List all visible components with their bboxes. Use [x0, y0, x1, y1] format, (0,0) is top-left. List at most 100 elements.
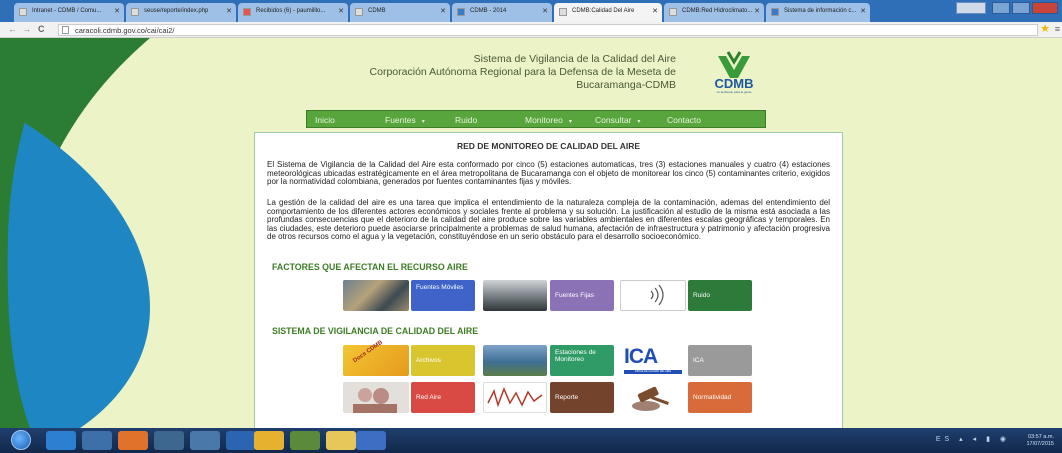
language-indicator[interactable]: ES: [936, 436, 953, 443]
ruido-button[interactable]: Ruido: [688, 280, 752, 311]
nav-inicio[interactable]: Inicio: [315, 115, 335, 125]
word-icon[interactable]: [356, 431, 386, 450]
logo-tagline: un ambiente para la gente: [717, 90, 752, 94]
close-icon[interactable]: ✕: [860, 7, 866, 15]
back-button[interactable]: ←: [8, 24, 17, 34]
gavel-photo[interactable]: [620, 382, 686, 413]
tile-label: Reporte: [555, 394, 579, 401]
fuentes-fijas-button[interactable]: Fuentes Fijas: [550, 280, 614, 311]
page-icon: [131, 8, 139, 16]
start-button[interactable]: [11, 430, 31, 450]
tab-label: Recibidos (6) - paumilllo...: [256, 8, 326, 14]
people-graphic: [353, 388, 397, 413]
normatividad-button[interactable]: Normatividad: [688, 382, 752, 413]
section-heading-system: SISTEMA DE VIGILANCIA DE CALIDAD DEL AIR…: [272, 326, 479, 336]
nav-contacto[interactable]: Contacto: [667, 115, 701, 125]
tile-label: Estaciones de Monitoreo: [555, 349, 596, 363]
main-nav: Inicio Fuentes ▾ Ruido Monitoreo ▾ Consult…: [306, 110, 766, 128]
chrome-icon[interactable]: [254, 431, 284, 450]
browser-tab[interactable]: CDMB:Red Hidroclimato... ✕: [664, 3, 764, 22]
traffic-photo[interactable]: [343, 280, 409, 311]
page-icon: [559, 8, 567, 16]
app-icon[interactable]: [290, 431, 320, 450]
ica-logo-subtitle: ÍNDICE DE CALIDAD DEL AIRE: [624, 370, 682, 374]
browser-tab[interactable]: seuse/reporte/index.php ✕: [126, 3, 236, 22]
close-icon[interactable]: ✕: [226, 7, 232, 15]
estaciones-monitoreo-button[interactable]: Estaciones de Monitoreo: [550, 345, 614, 376]
firefox-icon[interactable]: [118, 431, 148, 450]
graph-photo[interactable]: [483, 382, 547, 413]
cdmb-logo[interactable]: CDMB un ambiente para la gente: [704, 50, 764, 94]
site-subtitle-2: Bucaramanga-CDMB: [576, 79, 676, 91]
app-icon[interactable]: [154, 431, 184, 450]
taskbar: ES ▴ ◂ ▮ ◉ 03:57 a.m. 17/07/2015: [0, 428, 1062, 453]
folder-icon[interactable]: [326, 431, 356, 450]
tile-label: Fuentes Móviles: [416, 284, 464, 291]
reload-button[interactable]: C: [38, 24, 45, 34]
sound-waves-icon[interactable]: [620, 280, 686, 311]
tile-label: Normatividad: [693, 394, 732, 401]
archivos-button[interactable]: Archivos: [411, 345, 475, 376]
network-icon[interactable]: [190, 431, 220, 450]
page-icon: [62, 26, 69, 34]
page-icon: [355, 8, 363, 16]
media-player-icon[interactable]: [82, 431, 112, 450]
caret-down-icon: ▾: [637, 119, 641, 125]
browser-tab[interactable]: CDMB ✕: [350, 3, 450, 22]
browser-tab[interactable]: CDMB - 2014 ✕: [452, 3, 552, 22]
nav-ruido[interactable]: Ruido: [455, 115, 477, 125]
browser-tab[interactable]: Sistema de información c... ✕: [766, 3, 870, 22]
clock-time: 03:57 a.m.: [1028, 434, 1054, 440]
clock[interactable]: 03:57 a.m. 17/07/2015: [1026, 434, 1054, 448]
profile-button[interactable]: [956, 2, 986, 14]
maximize-button[interactable]: [1012, 2, 1030, 14]
tab-label: CDMB: [368, 8, 386, 14]
red-aire-button[interactable]: Red Aire: [411, 382, 475, 413]
close-icon[interactable]: ✕: [338, 7, 344, 15]
ica-logo-text: ICA: [624, 345, 658, 368]
nav-monitoreo[interactable]: Monitoreo ▾: [525, 115, 572, 125]
tab-label: seuse/reporte/index.php: [144, 8, 209, 14]
tab-label: CDMB:Calidad Del Aire: [572, 8, 635, 14]
ie-icon[interactable]: [46, 431, 76, 450]
browser-tab-strip: Intranet - CDMB / Comu... ✕ seuse/reporte…: [0, 0, 1062, 22]
close-icon[interactable]: ✕: [754, 7, 760, 15]
star-icon[interactable]: ★: [1040, 22, 1050, 35]
documents-photo[interactable]: Docs CDMB: [343, 340, 409, 376]
reporte-button[interactable]: Reporte: [550, 382, 614, 413]
tile-label: Ruido: [693, 292, 710, 299]
caret-down-icon: ▾: [568, 119, 572, 125]
factory-photo[interactable]: [483, 280, 547, 311]
browser-tab[interactable]: Intranet - CDMB / Comu... ✕: [14, 3, 124, 22]
people-photo[interactable]: [343, 382, 409, 413]
intro-paragraph: El Sistema de Vigilancia de la Calidad d…: [267, 160, 830, 187]
outlook-icon[interactable]: [226, 431, 256, 450]
logo-mark: CDMB un ambiente para la gente: [715, 51, 754, 94]
gavel-icon: [632, 386, 669, 411]
site-subtitle: Corporación Autónoma Regional para la De…: [369, 66, 676, 78]
ica-button[interactable]: ICA: [688, 345, 752, 376]
tab-label: Sistema de información c...: [784, 8, 857, 14]
tab-label: CDMB - 2014: [470, 8, 507, 14]
close-window-button[interactable]: [1032, 2, 1058, 14]
gmail-icon: [243, 8, 251, 16]
fuentes-moviles-button[interactable]: Fuentes Móviles: [411, 280, 475, 311]
close-icon[interactable]: ✕: [114, 7, 120, 15]
station-photo[interactable]: [483, 345, 547, 376]
menu-icon[interactable]: ≡: [1055, 24, 1060, 34]
address-bar[interactable]: caracoli.cdmb.gov.co/cai/cai2/: [58, 24, 1038, 36]
window-controls: [992, 2, 1058, 14]
close-icon[interactable]: ✕: [440, 7, 446, 15]
close-icon[interactable]: ✕: [652, 7, 658, 15]
browser-tab[interactable]: Recibidos (6) - paumilllo... ✕: [238, 3, 348, 22]
tile-label: Red Aire: [416, 394, 441, 401]
browser-tab-active[interactable]: CDMB:Calidad Del Aire ✕: [554, 3, 662, 22]
minimize-button[interactable]: [992, 2, 1010, 14]
system-tray[interactable]: ES ▴ ◂ ▮ ◉: [936, 435, 1010, 443]
ica-logo[interactable]: ICA ÍNDICE DE CALIDAD DEL AIRE: [620, 345, 686, 376]
page-icon: [771, 8, 779, 16]
nav-fuentes[interactable]: Fuentes ▾: [385, 115, 425, 125]
forward-button[interactable]: →: [22, 24, 31, 34]
nav-consultar[interactable]: Consultar ▾: [595, 115, 640, 125]
close-icon[interactable]: ✕: [542, 7, 548, 15]
